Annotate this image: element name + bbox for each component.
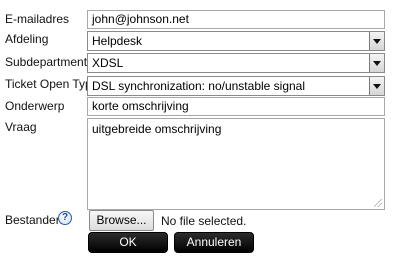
department-value: Helpdesk [92,34,143,48]
subject-label: Onderwerp [5,99,65,113]
ticket-type-value: DSL synchronization: no/unstable signal [92,79,306,93]
department-label: Afdeling [5,32,49,46]
ticket-type-select[interactable]: DSL synchronization: no/unstable signal [87,76,385,96]
chevron-down-icon[interactable] [369,77,384,95]
question-text: uitgebreide omschrijving [92,122,222,136]
subdepartment-value: XDSL [92,56,124,70]
ticket-type-label: Ticket Open Type [5,77,99,91]
department-select[interactable]: Helpdesk [87,31,385,51]
email-field[interactable]: john@johnson.net [87,10,385,29]
resize-handle-icon[interactable] [374,199,382,207]
subdepartment-select[interactable]: XDSL [87,53,385,73]
browse-button[interactable]: Browse... [89,210,154,231]
subdepartment-label: Subdepartment [5,55,88,69]
question-circle-icon[interactable]: ? [58,211,72,225]
cancel-button[interactable]: Annuleren [174,232,254,253]
chevron-down-icon[interactable] [369,54,384,72]
files-label: Bestanden [5,213,63,227]
file-status: No file selected. [161,214,247,228]
email-label: E-mailadres [5,12,70,26]
chevron-down-icon[interactable] [369,32,384,50]
subject-field[interactable]: korte omschrijving [87,97,385,116]
ok-button[interactable]: OK [88,232,168,253]
question-textarea[interactable]: uitgebreide omschrijving [87,118,385,210]
question-label: Vraag [5,120,37,134]
